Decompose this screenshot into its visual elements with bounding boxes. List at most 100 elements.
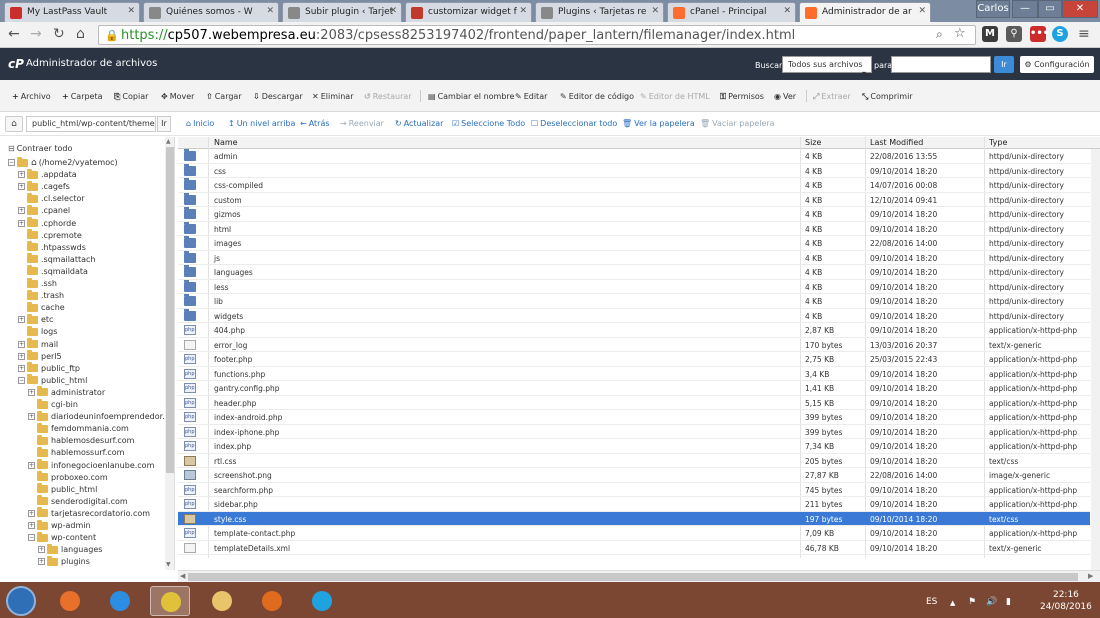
chrome-menu-icon[interactable]: ≡ xyxy=(1078,26,1090,42)
keeper-extension-icon[interactable]: ⚲ xyxy=(1006,26,1022,42)
action-center-icon[interactable]: ⚑ xyxy=(968,597,976,607)
expand-icon[interactable]: + xyxy=(18,364,25,372)
view-trash-link[interactable]: 🗑 Ver la papelera xyxy=(622,119,695,128)
tray-expand-icon[interactable]: ▲ xyxy=(950,599,955,607)
tree-item[interactable]: .cl.selector xyxy=(18,192,85,205)
home-icon[interactable]: ⌂ xyxy=(76,26,85,42)
taskbar-app[interactable] xyxy=(252,586,292,616)
tree-item[interactable]: + languages xyxy=(38,543,102,556)
reload-icon[interactable]: ↻ xyxy=(53,26,65,42)
edit-button[interactable]: ✎ Editar xyxy=(515,92,547,101)
browser-tab[interactable]: My LastPass Vault ✕ xyxy=(4,2,140,22)
tree-item[interactable]: + administrator xyxy=(28,386,105,399)
expand-icon[interactable]: + xyxy=(18,352,25,360)
expand-icon[interactable]: + xyxy=(28,509,35,517)
path-input[interactable]: public_html/wp-content/themes/ xyxy=(26,116,156,132)
table-row[interactable]: css-compiled 4 KB 14/07/2016 00:08 httpd/un… xyxy=(178,178,1090,193)
table-horizontal-scrollbar[interactable]: ◀ ▶ xyxy=(178,570,1100,582)
table-row[interactable]: template-contact.php 7,09 KB 09/10/2014 18… xyxy=(178,526,1090,541)
expand-icon[interactable]: + xyxy=(28,388,35,396)
bookmark-star-icon[interactable]: ☆ xyxy=(954,26,966,41)
code-editor-button[interactable]: ✎ Editor de código xyxy=(560,92,634,101)
table-vertical-scrollbar[interactable] xyxy=(1091,149,1100,570)
size-column-header[interactable]: Size xyxy=(805,138,821,147)
view-button[interactable]: ◉ Ver xyxy=(774,92,796,101)
back-arrow-icon[interactable]: ← xyxy=(8,26,20,42)
scroll-up-icon[interactable]: ▲ xyxy=(166,138,171,145)
forward-link[interactable]: → Reenviar xyxy=(340,119,384,128)
compress-button[interactable]: ⤡ Comprimir xyxy=(862,92,913,102)
expand-icon[interactable]: + xyxy=(38,546,45,554)
back-link[interactable]: ← Atrás xyxy=(300,119,330,128)
collapse-icon[interactable]: − xyxy=(18,376,25,384)
windows-start-icon[interactable] xyxy=(6,586,36,616)
empty-trash-link[interactable]: 🗑 Vaciar papelera xyxy=(700,119,775,128)
tree-item[interactable]: + infonegocioenlanube.com xyxy=(28,459,154,472)
name-column-header[interactable]: Name xyxy=(214,138,238,147)
table-row[interactable]: rtl.css 205 bytes 09/10/2014 18:20 text/css xyxy=(178,454,1090,468)
expand-icon[interactable]: + xyxy=(18,207,25,215)
table-row[interactable]: templateDetails.xml 46,78 KB 09/10/2014 18… xyxy=(178,541,1090,555)
home-dir-button[interactable]: ⌂ xyxy=(5,116,23,132)
expand-icon[interactable]: + xyxy=(38,558,45,566)
browser-tab[interactable]: Administrador de ar ✕ xyxy=(799,2,931,22)
tree-item[interactable]: senderodigital.com xyxy=(28,495,128,508)
table-row[interactable]: gizmos 4 KB 09/10/2014 18:20 httpd/unix-dir… xyxy=(178,207,1090,222)
delete-button[interactable]: ✕ Eliminar xyxy=(312,92,353,101)
close-tab-icon[interactable]: ✕ xyxy=(266,6,274,16)
search-scope-select[interactable]: Todos sus archivos ▾ xyxy=(782,56,872,78)
collapse-all-link[interactable]: ⊟ Contraer todo xyxy=(8,144,72,153)
up-level-link[interactable]: ↥ Un nivel arriba xyxy=(228,119,295,128)
table-scroll-thumb[interactable] xyxy=(188,573,1078,581)
table-row[interactable]: widgets 4 KB 09/10/2014 18:20 httpd/unix-di… xyxy=(178,308,1090,323)
deselect-all-link[interactable]: ☐ Deseleccionar todo xyxy=(531,119,617,128)
table-row[interactable]: footer.php 2,75 KB 25/03/2015 22:43 applica… xyxy=(178,352,1090,367)
expand-icon[interactable]: + xyxy=(18,340,25,348)
taskbar-app[interactable] xyxy=(302,586,342,616)
table-row[interactable]: index-iphone.php 399 bytes 09/10/2014 18:2… xyxy=(178,425,1090,439)
scroll-right-icon[interactable]: ▶ xyxy=(1088,572,1093,580)
table-row[interactable]: admin 4 KB 22/08/2016 13:55 httpd/unix-dire… xyxy=(178,149,1090,164)
table-row[interactable]: functions.php 3,4 KB 09/10/2014 18:20 appli… xyxy=(178,367,1090,381)
taskbar-app[interactable] xyxy=(50,586,90,616)
browser-tab[interactable]: Plugins ‹ Tarjetas re ✕ xyxy=(535,2,664,22)
copy-button[interactable]: ⎘ Copiar xyxy=(114,92,148,102)
table-row[interactable]: less 4 KB 09/10/2014 18:20 httpd/unix-direc… xyxy=(178,279,1090,294)
table-row[interactable]: style.css 197 bytes 09/10/2014 18:20 text/c… xyxy=(178,511,1090,526)
tree-item[interactable]: + wp-admin xyxy=(28,519,91,532)
tree-item[interactable]: + .appdata xyxy=(18,168,77,181)
minimize-button[interactable]: — xyxy=(1012,0,1038,18)
table-row[interactable]: header.php 5,15 KB 09/10/2014 18:20 applica… xyxy=(178,396,1090,410)
restore-button[interactable]: ↺ Restaurar xyxy=(364,92,412,101)
tree-item[interactable]: hablemossurf.com xyxy=(28,446,124,459)
new-folder-button[interactable]: + Carpeta xyxy=(62,92,103,101)
tree-item[interactable]: + plugins xyxy=(38,555,90,568)
search-go-button[interactable]: Ir xyxy=(994,56,1014,73)
expand-icon[interactable]: + xyxy=(18,183,25,191)
download-button[interactable]: ⇩ Descargar xyxy=(253,92,303,101)
html-editor-button[interactable]: ✎ Editor de HTML xyxy=(640,92,710,101)
browser-tab[interactable]: Quiénes somos - W ✕ xyxy=(143,2,279,22)
tree-item[interactable]: + etc xyxy=(18,313,53,326)
tree-item[interactable]: hablemosdesurf.com xyxy=(28,434,134,447)
scroll-left-icon[interactable]: ◀ xyxy=(180,572,185,580)
tree-item[interactable]: .cpremote xyxy=(18,229,82,242)
browser-tab[interactable]: cPanel - Principal ✕ xyxy=(667,2,796,22)
select-all-link[interactable]: ☑ Seleccione Todo xyxy=(452,119,525,128)
tree-item[interactable]: − wp-content xyxy=(28,531,96,544)
tree-item[interactable]: + .cphorde xyxy=(18,217,76,230)
table-row[interactable]: sidebar.php 211 bytes 09/10/2014 18:20 appl… xyxy=(178,497,1090,512)
table-row[interactable]: css 4 KB 09/10/2014 18:20 httpd/unix-direct… xyxy=(178,163,1090,178)
tree-item[interactable]: + tarjetasrecordatorio.com xyxy=(28,507,150,520)
user-profile-button[interactable]: Carlos xyxy=(976,0,1010,18)
table-row[interactable]: html 4 KB 09/10/2014 18:20 httpd/unix-direc… xyxy=(178,221,1090,236)
table-row[interactable]: images 4 KB 22/08/2016 14:00 httpd/unix-dir… xyxy=(178,236,1090,251)
path-go-button[interactable]: Ir xyxy=(157,116,171,132)
tree-item[interactable]: cache xyxy=(18,301,65,314)
skype-extension-icon[interactable]: S xyxy=(1052,26,1068,42)
browser-tab[interactable]: Subir plugin ‹ Tarjet ✕ xyxy=(282,2,402,22)
tree-item[interactable]: .trash xyxy=(18,289,64,302)
browser-tab[interactable]: customizar widget f ✕ xyxy=(405,2,532,22)
permissions-button[interactable]: ⚿ Permisos xyxy=(720,92,764,102)
collapse-icon[interactable]: − xyxy=(8,159,15,166)
